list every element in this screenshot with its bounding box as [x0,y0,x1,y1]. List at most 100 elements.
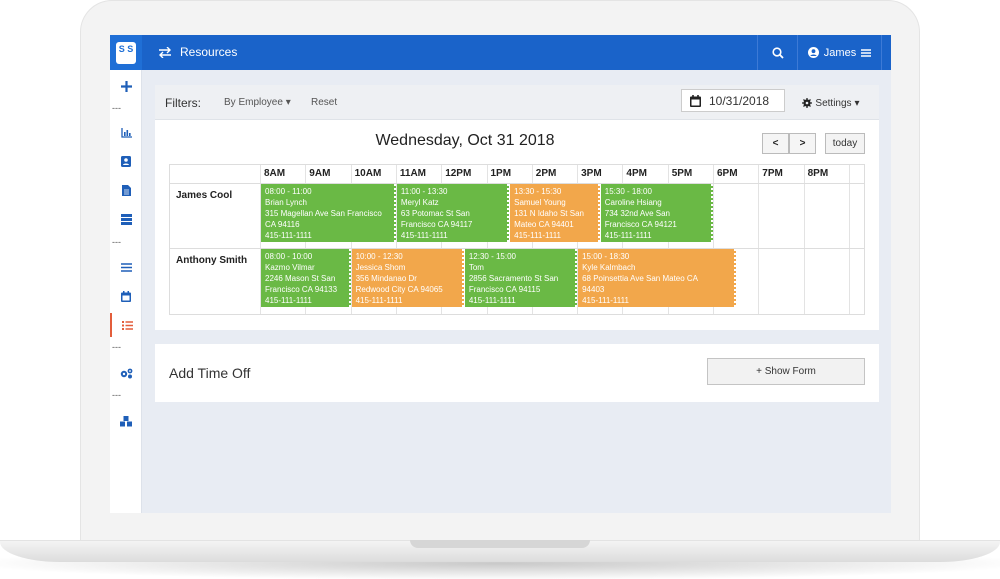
settings-dropdown[interactable]: Settings ▾ [791,93,871,113]
calendar-icon [690,94,701,107]
filters-label: Filters: [165,96,201,110]
time-off-title: Add Time Off [169,365,251,381]
appointment-time: 08:00 - 10:00 [265,252,313,261]
appointment-address2: Francisco CA 94121 [604,220,677,229]
hour-label: 2PM [535,168,557,179]
app-screen: S S --- --- --- --- Resources James Filt… [110,35,891,513]
chevron-left-icon: < [772,138,779,149]
resources-nav[interactable]: Resources [158,45,237,59]
appointment-address1: 68 Poinsettia Ave San Mateo CA [582,274,699,283]
appointment-phone: 415-111-1111 [355,296,403,305]
search-button[interactable] [757,35,797,70]
appointment-address2: 94403 [582,285,605,294]
hour-label: 5PM [671,168,693,179]
appointment-phone: 415-111-1111 [514,231,561,240]
appointment-client: Jessica Shom [355,263,406,272]
logo-text: S S [118,43,134,54]
employee-name: Anthony Smith [176,255,248,266]
file-icon[interactable] [110,178,142,202]
hour-label: 1PM [490,168,512,179]
appointment-phone: 415-111-1111 [400,231,448,240]
appointment-address2: Francisco CA 94115 [468,285,541,294]
hour-label: 7PM [762,168,783,179]
cogs-icon[interactable] [110,361,142,385]
sidebar-separator: --- [112,237,121,247]
appointment-block[interactable]: 15:00 - 18:30 Kyle Kalmbach 68 Poinsettia … [578,249,736,307]
appointment-block[interactable]: 11:00 - 13:30 Meryl Katz 63 Potomac St San… [396,184,510,242]
employee-name: James Cool [176,190,233,201]
hamburger-icon [861,48,872,57]
appointment-client: Meryl Katz [400,198,439,207]
appointment-time: 13:30 - 15:30 [514,187,562,196]
appointment-address2: Francisco CA 94117 [400,220,473,229]
sidebar-separator: --- [112,103,121,113]
appointment-block[interactable]: 10:00 - 12:30 Jessica Shom 356 Mindanao Dr… [351,249,464,307]
appointment-block[interactable]: 15:30 - 18:00 Caroline Hsiang 734 32nd Ave… [600,184,713,242]
settings-label: Settings [815,97,852,109]
hour-label: 10AM [354,168,382,179]
date-picker[interactable]: 10/31/2018 [681,89,785,112]
appointment-address1: 2856 Sacramento St San [468,274,559,283]
appointment-address1: 356 Mindanao Dr [355,274,417,283]
exchange-icon [159,46,171,58]
add-icon[interactable] [110,74,142,98]
calendar-icon[interactable] [110,284,142,308]
appointment-address1: 63 Potomac St San [400,209,470,218]
address-book-icon[interactable] [110,149,142,173]
server-icon[interactable] [110,207,142,231]
hour-label: 9AM [309,168,331,179]
appointment-client: Brian Lynch [265,198,307,207]
appointment-time: 08:00 - 11:00 [265,187,312,196]
hour-label: 8PM [807,168,829,179]
page-title: Resources [180,45,238,59]
today-button[interactable]: today [825,133,865,154]
top-navbar: Resources James [142,35,891,70]
chevron-right-icon: > [799,138,806,149]
search-icon [771,46,784,59]
appointment-block[interactable]: 08:00 - 10:00 Kazmo Vilmar 2246 Mason St S… [261,249,351,307]
user-name: James [823,46,857,59]
list-ul-icon[interactable] [110,313,142,337]
user-menu[interactable]: James [797,35,882,70]
user-icon [807,47,819,58]
app-logo[interactable]: S S [110,35,142,70]
appointment-phone: 415-111-1111 [604,231,652,240]
hour-label: 12PM [445,168,472,179]
appointment-client: Kyle Kalmbach [582,263,636,272]
prev-day-button[interactable]: < [762,133,789,154]
hour-label: 6PM [717,168,738,179]
appointment-time: 11:00 - 13:30 [400,187,448,196]
caret-down-icon: ▾ [285,97,291,108]
appointment-block[interactable]: 13:30 - 15:30 Samuel Young 131 N Idaho St … [510,184,600,242]
appointment-block[interactable]: 12:30 - 15:00 Tom 2856 Sacramento St San Fr… [464,249,578,307]
by-employee-dropdown[interactable]: By Employee ▾ [224,97,291,108]
schedule-grid: 8AM 9AM 10AM 11AM 12PM 1PM 2PM 3PM 4PM 5PM 6PM 7PM 8… [169,164,865,315]
show-form-button[interactable]: + Show Form [707,358,865,385]
time-off-panel: Add Time Off + Show Form [155,344,879,402]
reset-button[interactable]: Reset [311,97,337,108]
gear-icon [802,98,813,108]
list-icon[interactable] [110,255,142,279]
appointment-address2: CA 94116 [265,220,300,229]
hour-label: 4PM [626,168,647,179]
sidebar-separator: --- [112,342,121,352]
appointment-address2: Mateo CA 94401 [514,220,574,229]
appointment-client: Caroline Hsiang [604,198,662,207]
appointment-client: Samuel Young [514,198,566,207]
date-value: 10/31/2018 [709,93,770,108]
next-day-button[interactable]: > [789,133,816,154]
logo-mark: S S [116,41,136,64]
bar-chart-icon[interactable] [110,121,142,145]
appointment-client: Tom [468,263,484,272]
grid-line [803,165,805,314]
hour-label: 11AM [399,168,427,179]
appointment-address2: Francisco CA 94133 [265,285,338,294]
appointment-time: 12:30 - 15:00 [468,252,516,261]
calendar-card: Wednesday, Oct 31 2018 < > today 8AM 9AM 1… [155,120,879,330]
appointment-time: 10:00 - 12:30 [355,252,403,261]
calendar-date-title: Wednesday, Oct 31 2018 [375,132,555,149]
grid-line [758,165,760,314]
appointment-block[interactable]: 08:00 - 11:00 Brian Lynch 315 Magellan Ave… [261,184,396,242]
appointment-phone: 415-111-1111 [468,296,516,305]
cubes-icon[interactable] [110,409,142,433]
